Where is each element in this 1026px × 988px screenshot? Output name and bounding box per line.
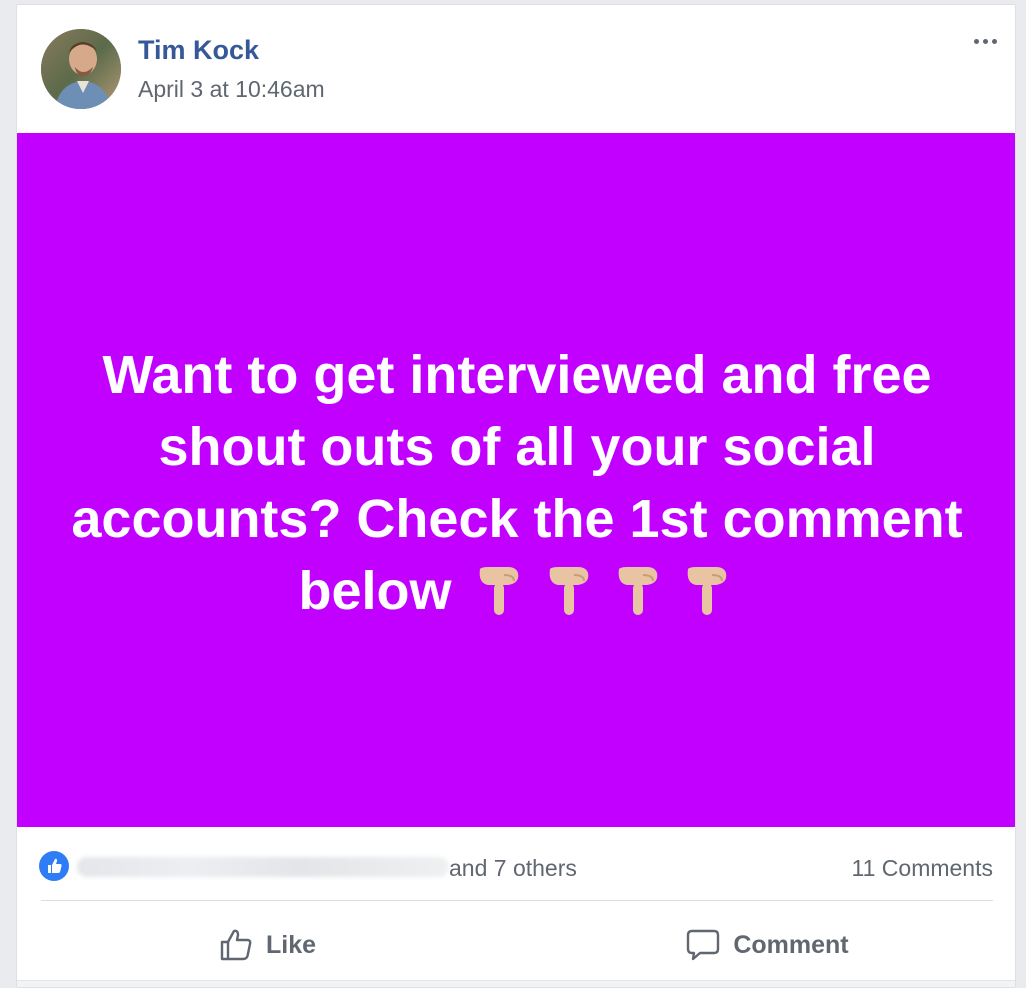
like-reaction-icon[interactable] bbox=[39, 851, 69, 881]
post-banner: Want to get interviewed and free shout o… bbox=[17, 133, 1015, 827]
thumbs-up-icon bbox=[218, 927, 254, 963]
avatar-photo bbox=[41, 29, 121, 109]
pointing-down-hand-icon bbox=[480, 567, 519, 615]
post-footer-bar bbox=[17, 980, 1015, 987]
post-header: Tim Kock April 3 at 10:46am bbox=[17, 5, 1015, 133]
like-button-label: Like bbox=[265, 930, 317, 959]
post-actions: Like Comment bbox=[17, 901, 1015, 987]
reactions-bar: and 7 others 11 Comments bbox=[17, 827, 1015, 901]
like-button[interactable]: Like bbox=[17, 901, 517, 987]
pointing-down-hand-icon bbox=[549, 567, 588, 615]
banner-text-wrapper: Want to get interviewed and free shout o… bbox=[67, 339, 967, 637]
avatar[interactable] bbox=[41, 29, 121, 109]
blurred-reactor-names[interactable] bbox=[77, 857, 449, 877]
speech-bubble-icon bbox=[685, 927, 721, 963]
author-name[interactable]: Tim Kock bbox=[138, 35, 259, 66]
reaction-others-text[interactable]: and 7 others bbox=[449, 855, 577, 882]
pointing-down-hand-icon bbox=[618, 567, 657, 615]
comments-count-link[interactable]: 11 Comments bbox=[852, 855, 993, 882]
comment-button-label: Comment bbox=[733, 930, 849, 959]
post-card: Tim Kock April 3 at 10:46am Want to get … bbox=[16, 4, 1016, 988]
more-options-icon[interactable] bbox=[974, 39, 997, 44]
post-timestamp[interactable]: April 3 at 10:46am bbox=[138, 76, 325, 103]
pointing-down-emoji-row bbox=[474, 563, 735, 637]
pointing-down-hand-icon bbox=[687, 567, 726, 615]
comment-button[interactable]: Comment bbox=[517, 901, 1015, 987]
